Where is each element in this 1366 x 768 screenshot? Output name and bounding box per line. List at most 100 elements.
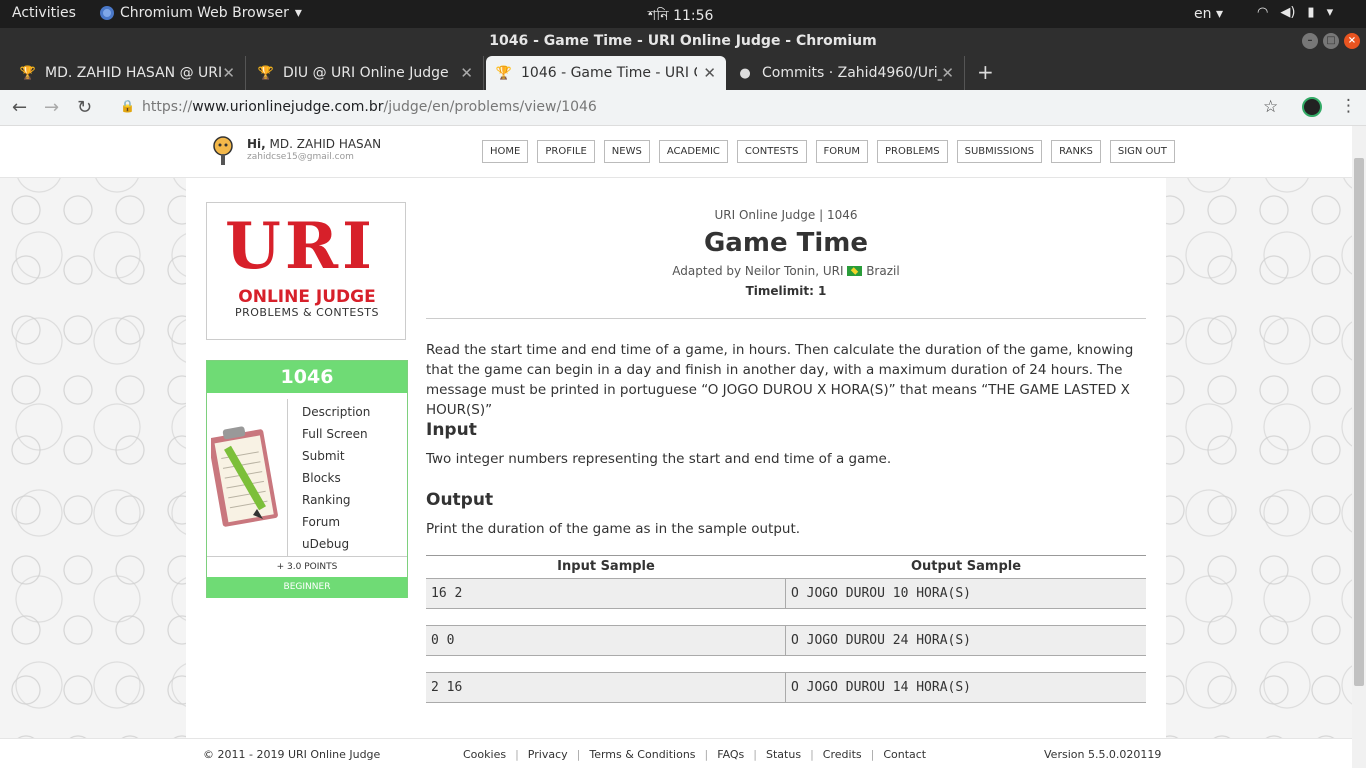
footer-link-status[interactable]: Status [766,748,801,761]
menu-kebab-icon[interactable]: ⋮ [1340,96,1357,116]
site-header: Hi, MD. ZAHID HASAN zahidcse15@gmail.com… [0,126,1352,178]
close-tab-icon[interactable]: ✕ [222,64,235,82]
sample-output: O JOGO DUROU 24 HORA(S) [791,633,972,648]
footer-link-privacy[interactable]: Privacy [528,748,568,761]
uri-logo[interactable]: URI ONLINE JUDGE PROBLEMS & CONTESTS [206,202,406,340]
tab-diu[interactable]: 🏆 DIU @ URI Online Judge ✕ [248,56,484,90]
address-bar[interactable]: 🔒 https://www.urionlinejudge.com.br/judg… [112,94,1292,122]
link-submit[interactable]: Submit [302,445,370,467]
url-text[interactable]: https://www.urionlinejudge.com.br/judge/… [142,99,597,115]
link-udebug[interactable]: uDebug [302,533,370,555]
language-label: en [1194,6,1212,22]
close-tab-icon[interactable]: ✕ [460,64,473,82]
footer-links: Cookies | Privacy | Terms & Conditions | FA… [463,748,926,761]
separator: | [870,748,875,761]
page-scrollbar[interactable] [1352,126,1366,768]
forward-button[interactable]: → [44,97,59,118]
tab-game-time[interactable]: 🏆 1046 - Game Time - URI Onl ✕ [486,56,726,90]
link-forum[interactable]: Forum [302,511,370,533]
link-description[interactable]: Description [302,401,370,423]
separator: | [576,748,581,761]
menu-ranks[interactable]: RANKS [1051,140,1101,163]
chromium-icon [100,6,114,20]
tab-label: Commits · Zahid4960/Uri_ [762,65,942,81]
menu-home[interactable]: HOME [482,140,529,163]
window-controls: – □ × [1302,33,1360,49]
lock-icon[interactable]: 🔒 [120,99,135,113]
tab-profile[interactable]: 🏆 MD. ZAHID HASAN @ URI ✕ [10,56,246,90]
app-menu[interactable]: Chromium Web Browser ▾ [100,5,302,21]
input-heading: Input [426,420,477,440]
menu-contests[interactable]: CONTESTS [736,140,807,163]
back-button[interactable]: ← [12,97,27,118]
reload-button[interactable]: ↻ [77,97,92,118]
site-footer: © 2011 - 2019 URI Online Judge Cookies | … [0,738,1352,768]
link-ranking[interactable]: Ranking [302,489,370,511]
time-limit: Timelimit: 1 [745,284,827,298]
minimize-button[interactable]: – [1302,33,1318,49]
problem-card: 1046 Description Full Screen Submit Bloc… [206,360,408,598]
menu-problems[interactable]: PROBLEMS [877,140,948,163]
separator: | [704,748,709,761]
divider [426,318,1146,319]
greeting-label: Hi, [247,137,266,151]
github-icon: ● [739,65,751,81]
trophy-icon: 🏆 [257,65,275,81]
samples-header: Input Sample Output Sample [426,555,1146,578]
scrollbar-thumb[interactable] [1354,158,1364,686]
menu-sign-out[interactable]: SIGN OUT [1109,140,1175,163]
menu-academic[interactable]: ACADEMIC [658,140,728,163]
clipboard-icon [211,426,278,527]
country-name: Brazil [866,264,900,278]
wifi-icon: ◠ [1257,5,1269,20]
logo-main: URI [225,209,376,284]
sample-input: 16 2 [426,579,786,608]
link-full-screen[interactable]: Full Screen [302,423,370,445]
close-window-button[interactable]: × [1344,33,1360,49]
chevron-down-icon: ▾ [294,5,302,21]
version: Version 5.5.0.020119 [1044,748,1162,761]
footer-link-credits[interactable]: Credits [823,748,862,761]
user-avatar[interactable] [208,134,238,168]
close-tab-icon[interactable]: ✕ [703,64,716,82]
menu-submissions[interactable]: SUBMISSIONS [956,140,1043,163]
footer-link-terms[interactable]: Terms & Conditions [589,748,695,761]
tab-commits[interactable]: ● Commits · Zahid4960/Uri_ ✕ [727,56,965,90]
url-scheme: https:// [142,99,193,115]
language-indicator[interactable]: en ▾ [1194,6,1223,22]
footer-link-contact[interactable]: Contact [883,748,926,761]
separator: | [810,748,814,761]
samples-table: Input Sample Output Sample 16 2 O JOGO D… [426,555,1146,719]
user-name[interactable]: MD. ZAHID HASAN [270,137,382,151]
table-row: 2 16 O JOGO DUROU 14 HORA(S) [426,672,1146,703]
footer-link-faqs[interactable]: FAQs [717,748,744,761]
main-menu: HOME PROFILE NEWS ACADEMIC CONTESTS FORU… [482,140,1184,163]
system-tray[interactable]: ◠ ◀) ▮ ▾ [1257,5,1333,20]
footer-link-cookies[interactable]: Cookies [463,748,506,761]
menu-forum[interactable]: FORUM [815,140,869,163]
tab-label: DIU @ URI Online Judge [283,65,449,81]
profile-avatar-icon[interactable] [1302,97,1322,117]
copyright: © 2011 - 2019 URI Online Judge [203,748,381,761]
user-email: zahidcse15@gmail.com [247,152,354,162]
menu-news[interactable]: NEWS [603,140,650,163]
sample-input: 2 16 [426,673,786,702]
url-path: /judge/en/problems/view/1046 [383,99,597,115]
problem-description: Read the start time and end time of a ga… [426,342,1134,418]
problem-id: 1046 [207,361,407,393]
page-viewport: Hi, MD. ZAHID HASAN zahidcse15@gmail.com… [0,126,1352,768]
activities-button[interactable]: Activities [12,5,76,21]
close-tab-icon[interactable]: ✕ [941,64,954,82]
trophy-icon: 🏆 [495,65,513,81]
table-row: 0 0 O JOGO DUROU 24 HORA(S) [426,625,1146,656]
problem-card-body: Description Full Screen Submit Blocks Ra… [207,393,407,557]
volume-icon: ◀) [1280,5,1296,20]
link-blocks[interactable]: Blocks [302,467,370,489]
menu-profile[interactable]: PROFILE [537,140,595,163]
new-tab-button[interactable]: + [977,60,994,84]
output-heading: Output [426,490,494,510]
logo-line1: ONLINE JUDGE [238,287,376,307]
bookmark-star-icon[interactable]: ☆ [1263,97,1278,117]
clock[interactable]: শনি 11:56 [648,4,713,28]
maximize-button[interactable]: □ [1323,33,1339,49]
